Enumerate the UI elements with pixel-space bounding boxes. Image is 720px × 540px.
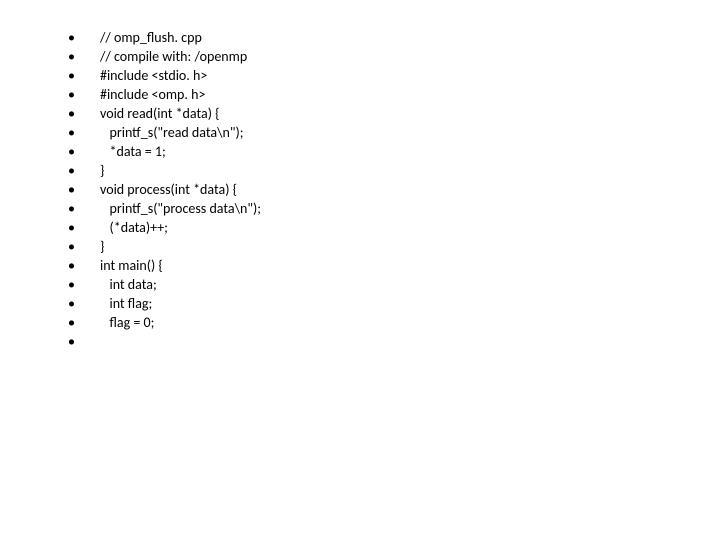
code-line: } xyxy=(60,237,660,256)
code-line: flag = 0; xyxy=(60,313,660,332)
code-line: printf_s("process data\n"); xyxy=(60,199,660,218)
slide: // omp_flush. cpp // compile with: /open… xyxy=(0,0,720,540)
code-line: #include <stdio. h> xyxy=(60,66,660,85)
code-line: // compile with: /openmp xyxy=(60,47,660,66)
code-line: int flag; xyxy=(60,294,660,313)
code-line: void read(int *data) { xyxy=(60,104,660,123)
code-line: } xyxy=(60,161,660,180)
code-line: (*data)++; xyxy=(60,218,660,237)
code-line: printf_s("read data\n"); xyxy=(60,123,660,142)
code-line: int main() { xyxy=(60,256,660,275)
code-line: void process(int *data) { xyxy=(60,180,660,199)
code-line: int data; xyxy=(60,275,660,294)
code-line: *data = 1; xyxy=(60,142,660,161)
code-bullet-list: // omp_flush. cpp // compile with: /open… xyxy=(60,28,660,332)
code-line: // omp_flush. cpp xyxy=(60,28,660,47)
code-line: #include <omp. h> xyxy=(60,85,660,104)
